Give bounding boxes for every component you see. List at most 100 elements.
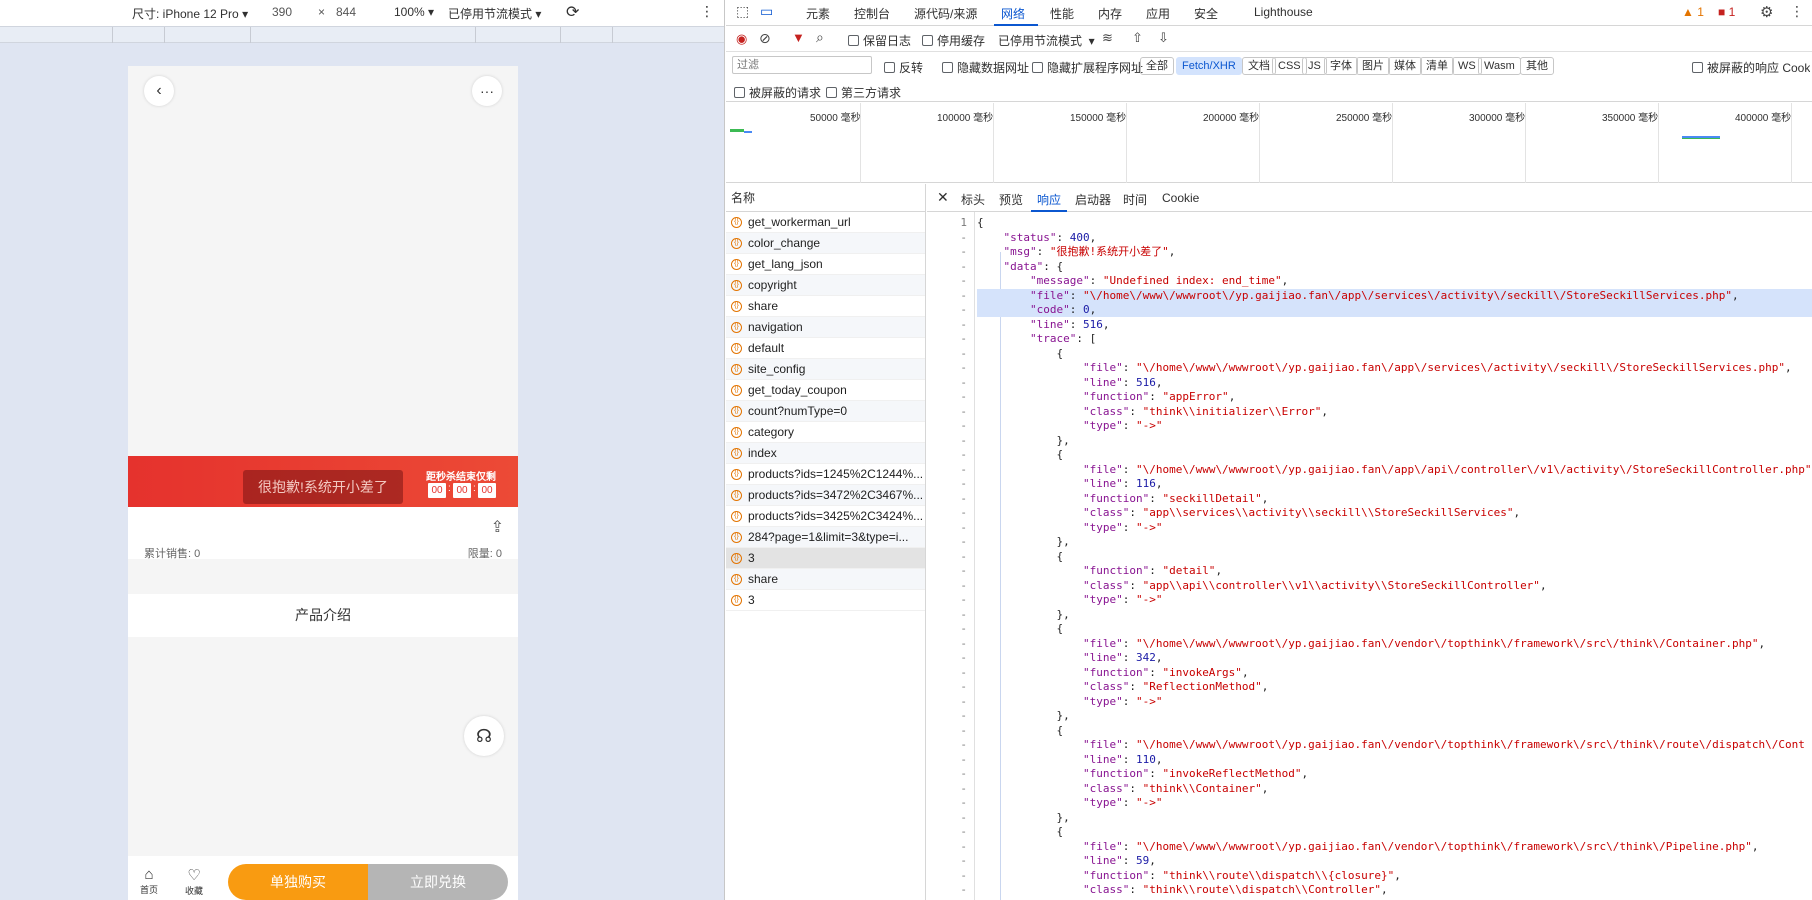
filter-input[interactable] xyxy=(732,56,872,74)
request-row[interactable]: {} 3 xyxy=(726,548,925,569)
line-number: - xyxy=(960,564,967,577)
xhr-icon: {} xyxy=(731,405,742,417)
response-viewer[interactable]: 1{- "status": 400, - "msg": "很抱歉!系统开小差了",… xyxy=(927,212,1812,900)
type-other[interactable]: 其他 xyxy=(1520,57,1554,75)
throttle-dropdown[interactable]: 已停用节流模式 ▾ xyxy=(998,32,1095,49)
zoom-select[interactable]: 100% ▾ xyxy=(394,5,434,19)
tab-security[interactable]: 安全 xyxy=(1194,5,1218,22)
hide-data-urls-checkbox[interactable]: 隐藏数据网址 xyxy=(942,59,1029,76)
request-row[interactable]: {} share xyxy=(726,569,925,590)
request-row[interactable]: {} share xyxy=(726,296,925,317)
name-column-header[interactable]: 名称 xyxy=(726,184,925,212)
code-line: "function": "detail", xyxy=(1082,564,1223,577)
request-row[interactable]: {} products?ids=3472%2C3467%... xyxy=(726,485,925,506)
request-row[interactable]: {} color_change xyxy=(726,233,925,254)
line-number: - xyxy=(960,767,967,780)
code-line: "data": { xyxy=(1003,259,1064,273)
more-options-icon[interactable]: ⋮ xyxy=(700,3,714,20)
detail-tab-response[interactable]: 响应 xyxy=(1037,191,1061,208)
request-row[interactable]: {} navigation xyxy=(726,317,925,338)
detail-tab-initiator[interactable]: 启动器 xyxy=(1075,191,1111,208)
customer-service-icon[interactable]: ☊ xyxy=(464,716,504,756)
tab-sources[interactable]: 源代码/来源 xyxy=(914,5,977,22)
disable-cache-checkbox[interactable]: 停用缓存 xyxy=(922,32,985,49)
request-name: default xyxy=(748,340,785,355)
more-menu-icon[interactable]: ⋮ xyxy=(1790,3,1804,20)
tab-application[interactable]: 应用 xyxy=(1146,5,1170,22)
timeline-tick: 400000 毫秒 xyxy=(1735,113,1792,124)
gear-icon[interactable]: ⚙ xyxy=(1760,3,1773,21)
detail-tab-cookie[interactable]: Cookie xyxy=(1162,191,1199,205)
detail-tab-headers[interactable]: 标头 xyxy=(961,191,985,208)
close-icon[interactable]: ✕ xyxy=(937,189,949,206)
throttle-select[interactable]: 已停用节流模式 ▾ xyxy=(448,5,541,22)
more-icon[interactable]: ··· xyxy=(472,76,502,106)
code-line: "class": "ReflectionMethod", xyxy=(1082,680,1269,693)
detail-tab-preview[interactable]: 预览 xyxy=(999,191,1023,208)
request-row[interactable]: {} products?ids=1245%2C1244%... xyxy=(726,464,925,485)
tab-console[interactable]: 控制台 xyxy=(854,5,890,22)
device-toggle-icon[interactable]: ▭ xyxy=(760,3,773,20)
back-icon[interactable]: ‹ xyxy=(144,76,174,106)
share-icon[interactable]: ⇪ xyxy=(491,517,504,537)
warning-badge[interactable]: ▲ 1 xyxy=(1682,5,1704,19)
nav-favorite[interactable]: ♡ 收藏 xyxy=(185,866,203,897)
hide-ext-urls-checkbox[interactable]: 隐藏扩展程序网址 xyxy=(1032,59,1143,76)
invert-checkbox[interactable]: 反转 xyxy=(884,59,923,76)
type-fetch-xhr[interactable]: Fetch/XHR xyxy=(1176,57,1242,75)
request-row[interactable]: {} get_today_coupon xyxy=(726,380,925,401)
request-row[interactable]: {} site_config xyxy=(726,359,925,380)
third-party-checkbox[interactable]: 第三方请求 xyxy=(826,84,901,101)
line-number: - xyxy=(960,868,967,882)
type-all[interactable]: 全部 xyxy=(1140,57,1174,75)
type-font[interactable]: 字体 xyxy=(1324,57,1358,75)
height-input[interactable]: 844 xyxy=(336,5,356,19)
record-icon[interactable]: ◉ xyxy=(736,31,747,47)
type-doc[interactable]: 文档 xyxy=(1242,57,1276,75)
wifi-icon[interactable]: ≋ xyxy=(1102,30,1113,46)
request-bar xyxy=(744,131,752,133)
buy-alone-button[interactable]: 单独购买 xyxy=(228,864,368,900)
tab-memory[interactable]: 内存 xyxy=(1098,5,1122,22)
type-manifest[interactable]: 清单 xyxy=(1420,57,1454,75)
type-wasm[interactable]: Wasm xyxy=(1478,57,1521,75)
request-row[interactable]: {} 284?page=1&limit=3&type=i... xyxy=(726,527,925,548)
tab-lighthouse[interactable]: Lighthouse xyxy=(1254,5,1313,19)
inspect-icon[interactable]: ⬚ xyxy=(736,3,749,20)
nav-home[interactable]: ⌂ 首页 xyxy=(140,866,158,896)
device-size-select[interactable]: 尺寸: iPhone 12 Pro ▾ xyxy=(132,5,248,22)
issue-badge[interactable]: ■ 1 xyxy=(1718,5,1735,19)
nav-fav-label: 收藏 xyxy=(185,886,204,896)
tab-network[interactable]: 网络 xyxy=(1001,5,1025,22)
type-media[interactable]: 媒体 xyxy=(1388,57,1422,75)
code-line: "type": "->" xyxy=(1082,419,1163,432)
request-row[interactable]: {} count?numType=0 xyxy=(726,401,925,422)
request-row[interactable]: {} 3 xyxy=(726,590,925,611)
code-line: "class": "think\\Container", xyxy=(1082,781,1269,795)
request-row[interactable]: {} index xyxy=(726,443,925,464)
width-input[interactable]: 390 xyxy=(272,5,292,19)
type-img[interactable]: 图片 xyxy=(1356,57,1390,75)
blocked-cookies-checkbox[interactable]: 被屏蔽的响应 Cookie xyxy=(1692,59,1810,76)
rotate-icon[interactable]: ⟳ xyxy=(566,2,579,22)
detail-tab-timing[interactable]: 时间 xyxy=(1123,191,1147,208)
clear-icon[interactable]: ⊘ xyxy=(759,30,771,47)
network-overview[interactable]: 50000 毫秒 100000 毫秒 150000 毫秒 200000 毫秒 2… xyxy=(726,103,1812,183)
request-row[interactable]: {} default xyxy=(726,338,925,359)
request-row[interactable]: {} get_workerman_url xyxy=(726,212,925,233)
request-row[interactable]: {} products?ids=3425%2C3424%... xyxy=(726,506,925,527)
filter-icon[interactable]: ▼ xyxy=(792,30,805,45)
exchange-button[interactable]: 立即兑换 xyxy=(368,864,508,900)
tab-performance[interactable]: 性能 xyxy=(1050,5,1074,22)
search-icon[interactable]: ⌕ xyxy=(816,29,824,46)
request-row[interactable]: {} copyright xyxy=(726,275,925,296)
request-row[interactable]: {} category xyxy=(726,422,925,443)
line-number: - xyxy=(960,404,967,418)
preserve-log-checkbox[interactable]: 保留日志 xyxy=(848,32,911,49)
tab-elements[interactable]: 元素 xyxy=(806,5,830,22)
countdown-hours: 00 xyxy=(428,483,446,498)
upload-icon[interactable]: ⇧ xyxy=(1132,30,1143,46)
download-icon[interactable]: ⇩ xyxy=(1158,30,1169,46)
request-row[interactable]: {} get_lang_json xyxy=(726,254,925,275)
blocked-requests-checkbox[interactable]: 被屏蔽的请求 xyxy=(734,84,821,101)
